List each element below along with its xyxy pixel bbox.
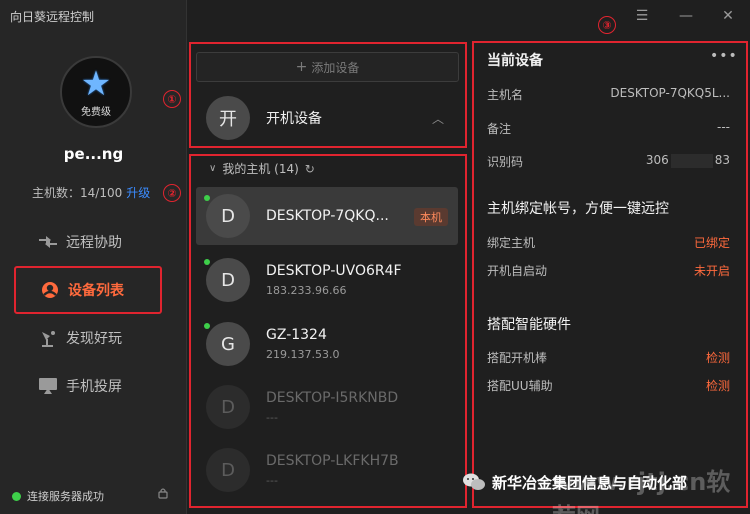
app-title: 向日葵远程控制 [10, 10, 95, 24]
screen-cast-icon [36, 374, 60, 398]
host-count-text: 主机数：14/100 [32, 186, 123, 200]
id-code-mask [670, 153, 713, 168]
hostname-label: 主机名 [487, 88, 524, 102]
device-row[interactable]: D DESKTOP-LKFKH7B --- [196, 441, 458, 499]
nav-label: 远程协助 [66, 235, 122, 251]
minimize-icon[interactable]: — [676, 6, 696, 26]
device-avatar: D [206, 448, 250, 492]
add-device-button[interactable]: + 添加设备 [196, 52, 459, 82]
device-name: DESKTOP-UVO6R4F [266, 263, 402, 279]
plus-icon: + [295, 59, 308, 75]
power-stick-check[interactable]: 检测 [706, 349, 730, 366]
more-icon[interactable]: ••• [710, 48, 738, 64]
annotation-badge-2: ② [163, 184, 181, 202]
username: pe...ng [63, 145, 124, 163]
lock-icon[interactable] [157, 487, 169, 499]
annotation-badge-1: ① [163, 90, 181, 108]
close-icon[interactable]: ✕ [718, 6, 738, 26]
device-ip: --- [266, 474, 278, 487]
group-header[interactable]: ∨ 我的主机 (14) ↻ [209, 160, 315, 177]
nav-label: 手机投屏 [66, 379, 122, 395]
device-name: DESKTOP-7QKQ... [266, 208, 389, 224]
local-device-tag: 本机 [414, 208, 448, 226]
id-code-value: 306 83 [646, 153, 730, 168]
menu-icon[interactable]: ☰ [632, 6, 652, 26]
hardware-section-title: 搭配智能硬件 [487, 317, 571, 333]
id-code-prefix: 306 [645, 153, 669, 167]
nav-item-device-list[interactable]: 设备列表 [14, 266, 162, 314]
watermark-text: 新华冶金集团信息与自动化部 [492, 474, 688, 492]
star-icon: ★ [80, 63, 112, 104]
device-avatar: D [206, 258, 250, 302]
host-count: 主机数：14/100 升级 [32, 184, 150, 201]
upgrade-link[interactable]: 升级 [126, 186, 150, 200]
online-status-icon [12, 491, 21, 501]
bind-section-title: 主机绑定帐号，方便一键远控 [487, 201, 669, 217]
id-code-label: 识别码 [487, 155, 524, 169]
device-name: DESKTOP-I5RKNBD [266, 390, 399, 406]
avatar-tier: 免费级 [81, 106, 111, 118]
nav-item-screen-cast[interactable]: 手机投屏 [14, 362, 162, 410]
sidebar: 向日葵远程控制 ★ 免费级 pe...ng 主机数：14/100 升级 远程协助 … [0, 0, 187, 514]
device-list-icon [38, 278, 62, 302]
wechat-icon [463, 473, 485, 490]
online-dot-icon [204, 195, 210, 201]
chevron-down-icon: ∨ [209, 163, 217, 174]
nav-item-remote-assist[interactable]: 远程协助 [14, 218, 162, 266]
autostart-label: 开机自启动 [487, 264, 548, 278]
device-ip: 183.233.96.66 [266, 284, 347, 297]
bind-host-value[interactable]: 已绑定 [694, 234, 730, 251]
avatar[interactable]: ★ 免费级 [60, 56, 132, 128]
refresh-icon[interactable]: ↻ [305, 162, 315, 176]
autostart-value[interactable]: 未开启 [694, 262, 730, 279]
nav-item-discover[interactable]: 发现好玩 [14, 314, 162, 362]
note-value[interactable]: --- [717, 120, 730, 134]
online-dot-icon [204, 259, 210, 265]
device-name: GZ-1324 [266, 327, 327, 343]
power-device-label: 开机设备 [266, 111, 322, 127]
add-device-label: 添加设备 [311, 60, 360, 75]
device-avatar: G [206, 322, 250, 366]
power-stick-label: 搭配开机棒 [487, 351, 548, 365]
device-row[interactable]: D DESKTOP-I5RKNBD --- [196, 378, 458, 436]
hostname-value: DESKTOP-7QKQ5L... [610, 86, 730, 100]
chevron-up-icon[interactable]: ︿ [432, 110, 444, 127]
power-device-row[interactable]: 开 开机设备 ︿ [206, 96, 456, 140]
nav-label: 设备列表 [68, 283, 124, 299]
online-dot-icon [204, 323, 210, 329]
device-row[interactable]: D DESKTOP-UVO6R4F 183.233.96.66 [196, 251, 458, 309]
discover-icon [36, 326, 60, 350]
bind-host-label: 绑定主机 [487, 236, 536, 250]
uu-assist-check[interactable]: 检测 [706, 377, 730, 394]
group-label: 我的主机 (14) [222, 162, 299, 176]
remote-assist-icon [36, 230, 60, 254]
device-row[interactable]: D DESKTOP-7QKQ... 本机 [196, 187, 458, 245]
device-avatar: D [206, 194, 250, 238]
device-name: DESKTOP-LKFKH7B [266, 453, 399, 469]
power-device-avatar: 开 [206, 96, 250, 140]
uu-assist-label: 搭配UU辅助 [487, 379, 553, 393]
connection-status-text: 连接服务器成功 [27, 490, 104, 503]
device-ip: --- [266, 411, 278, 424]
device-row[interactable]: G GZ-1324 219.137.53.0 [196, 315, 458, 373]
watermark: www.rjtj.cn软荐网 新华冶金集团信息与自动化部 [462, 462, 747, 514]
annotation-badge-3: ③ [598, 16, 616, 34]
app-window: 向日葵远程控制 ★ 免费级 pe...ng 主机数：14/100 升级 远程协助 … [0, 0, 750, 514]
current-device-title: 当前设备 [487, 53, 543, 69]
device-avatar: D [206, 385, 250, 429]
id-code-suffix: 83 [714, 153, 730, 167]
nav-label: 发现好玩 [66, 331, 122, 347]
note-label: 备注 [487, 122, 512, 136]
device-ip: 219.137.53.0 [266, 348, 340, 361]
connection-status: 连接服务器成功 [12, 488, 104, 504]
